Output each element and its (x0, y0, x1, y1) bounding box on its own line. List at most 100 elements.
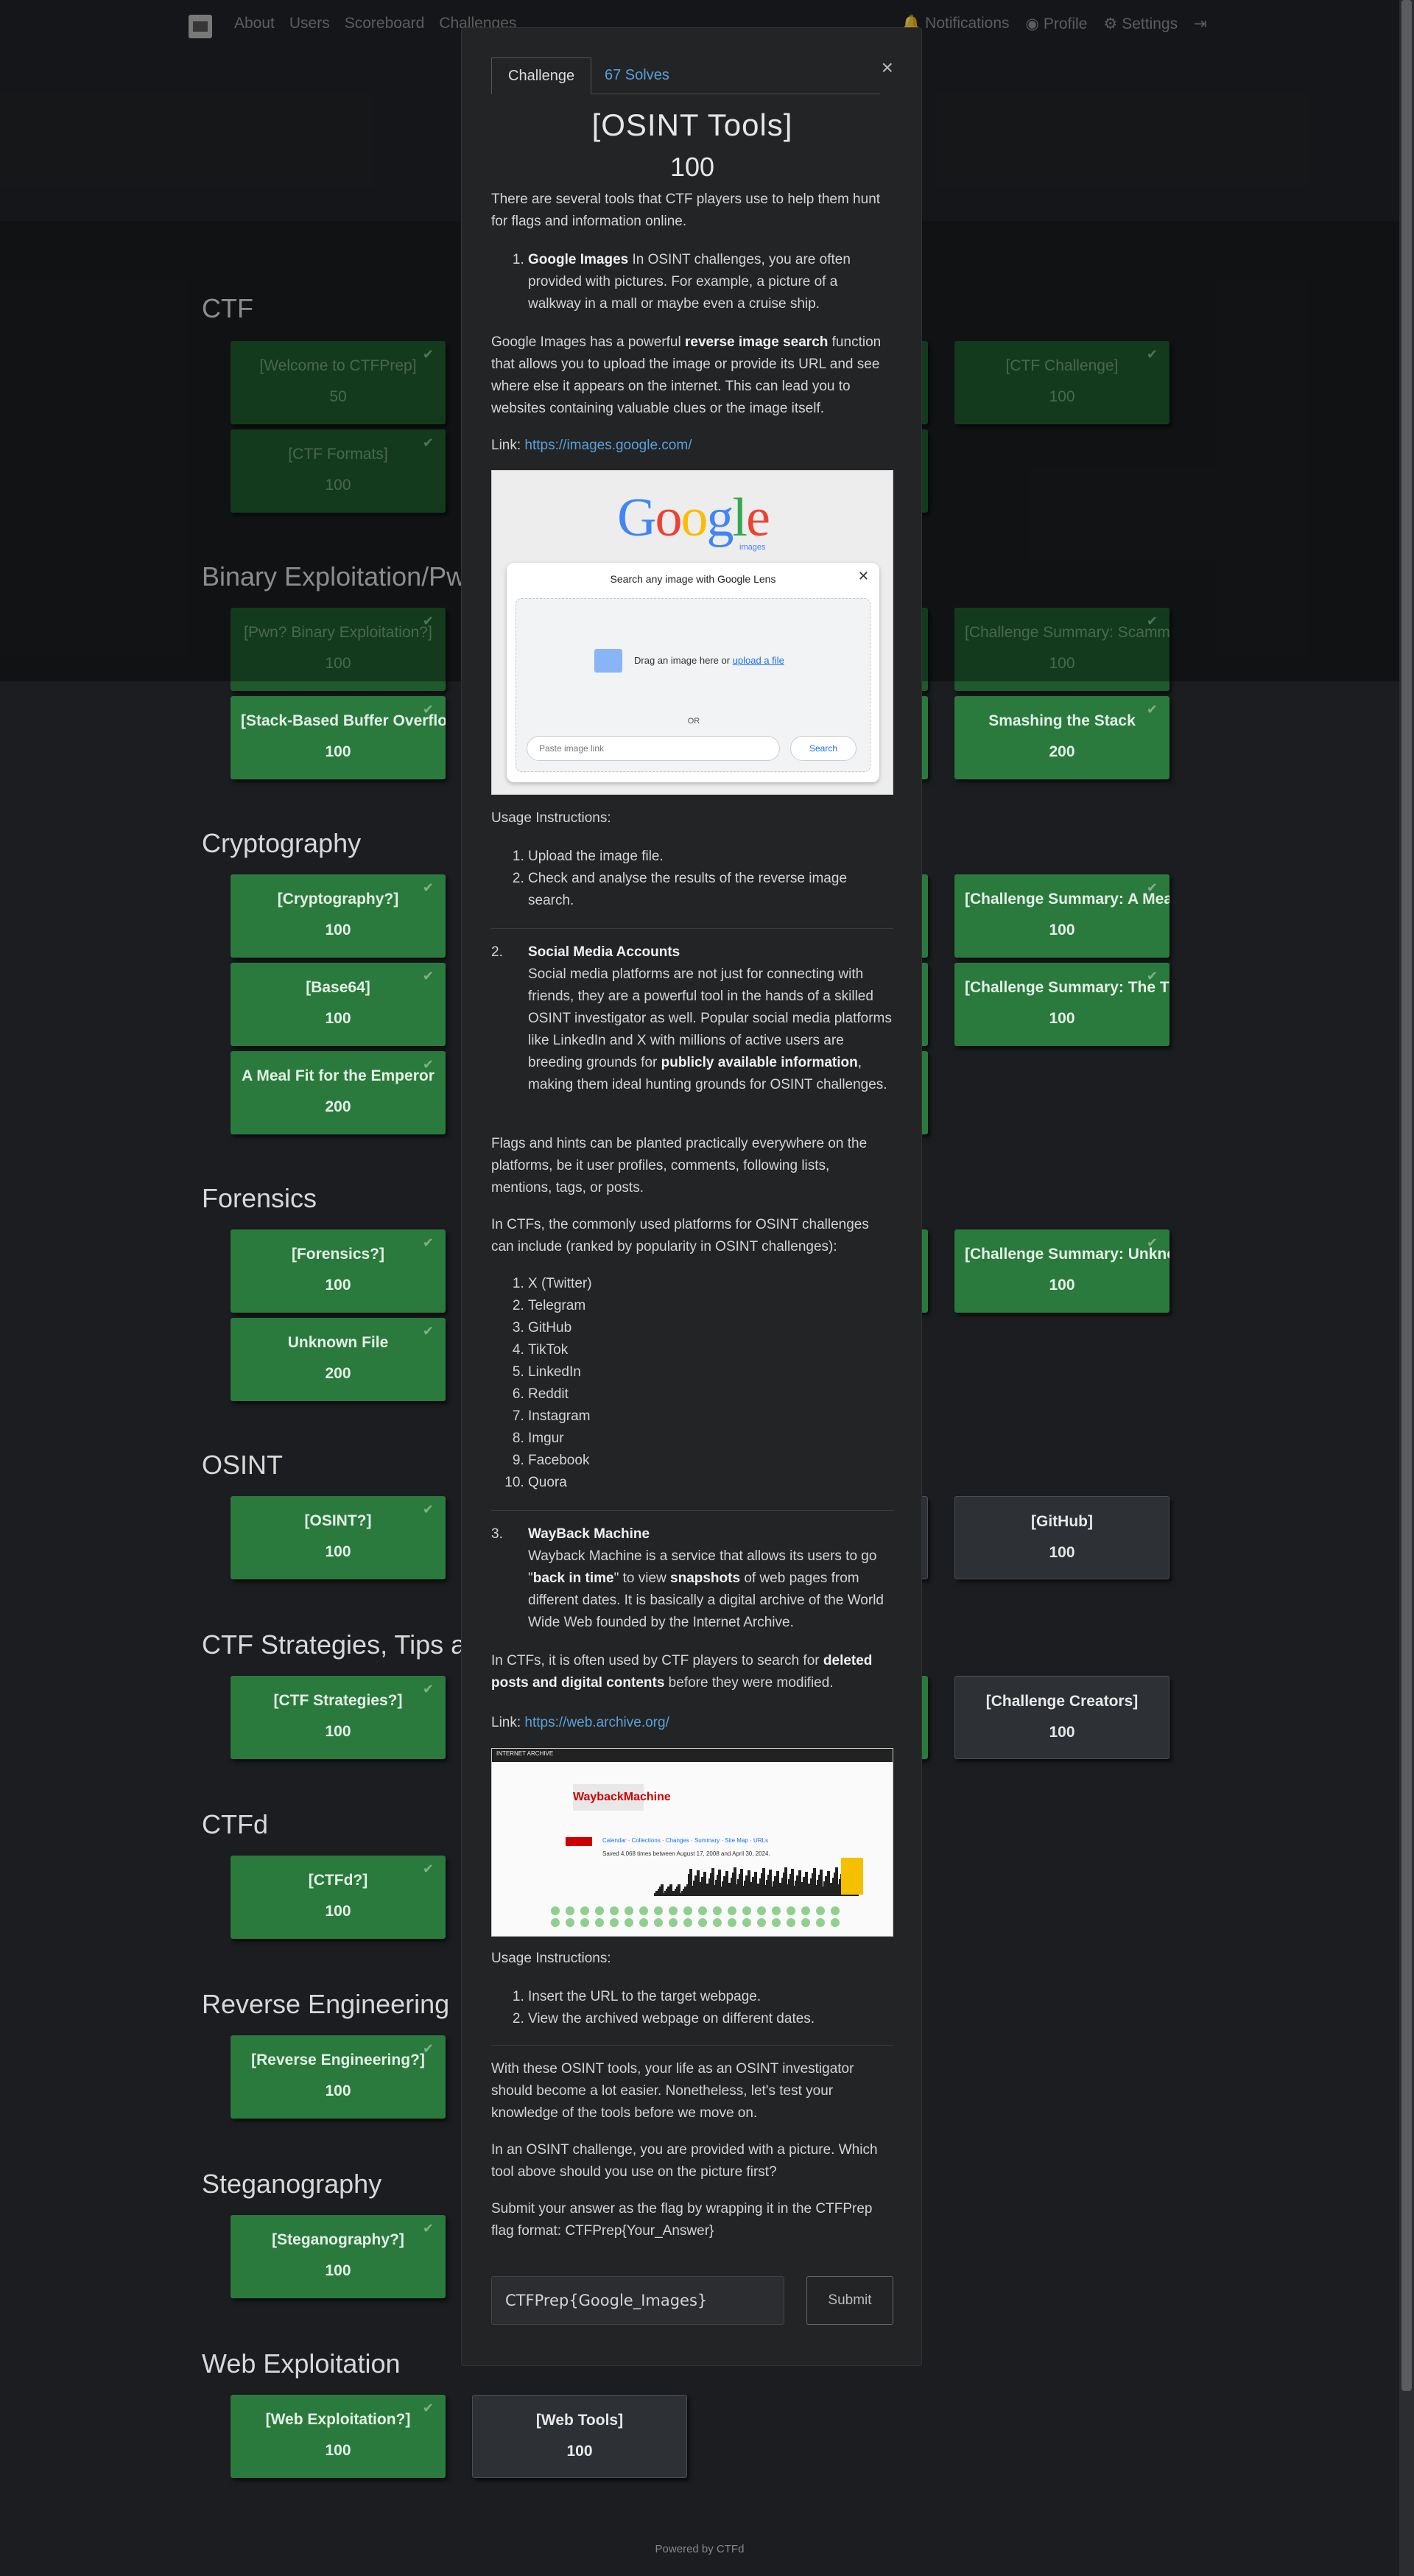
calendar-dot (742, 1918, 751, 1927)
category-title: CTF Strategies, Tips and (202, 1629, 496, 1660)
usage-label: Usage Instructions: (491, 1951, 611, 1966)
scrollbar-thumb[interactable] (1401, 0, 1412, 2391)
check-icon: ✔ (422, 702, 434, 717)
calendar-dot (580, 1906, 589, 1915)
wayback-section: 3. WayBack Machine Wayback Machine is a … (491, 1526, 884, 1630)
challenge-card[interactable]: ✔[Challenge Summary: Unknown]100 (954, 1229, 1169, 1313)
list-item: Reddit (528, 1383, 893, 1405)
google-logo: Google (617, 488, 770, 548)
link-line: Link: https://images.google.com/ (491, 438, 692, 453)
category-title: Steganography (202, 2169, 382, 2199)
lens-dialog: Search any image with Google Lens ✕ Drag… (507, 563, 879, 782)
outro-text-1: With these OSINT tools, your life as an … (491, 2061, 854, 2121)
category-title: Reverse Engineering (202, 1989, 450, 2019)
challenge-modal: Challenge 67 Solves × [OSINT Tools] 100 … (461, 27, 922, 2366)
calendar-dot (698, 1918, 707, 1927)
list-item: GitHub (528, 1317, 893, 1339)
challenge-card[interactable]: ✔ [OSINT?] 100 (231, 1496, 446, 1579)
list-item: Telegram (528, 1295, 893, 1317)
challenge-card[interactable]: ✔ [CTFd?] 100 (231, 1856, 446, 1939)
challenge-card[interactable]: [Web Tools] 100 (472, 2395, 687, 2478)
calendar-dot (728, 1918, 736, 1927)
calendar-dot (757, 1906, 766, 1915)
challenge-card[interactable]: ✔ [Base64] 100 (231, 963, 446, 1046)
challenge-card[interactable]: ✔[Challenge Summary: A Meal Fit]100 (954, 874, 1169, 958)
challenge-title: [OSINT Tools] (591, 108, 793, 142)
google-images-text: Google Images has a powerful reverse ima… (491, 334, 882, 416)
list-item: Instagram (528, 1405, 893, 1428)
check-icon: ✔ (422, 1861, 434, 1876)
challenge-card[interactable]: ✔ A Meal Fit for the Emperor 200 (231, 1051, 446, 1134)
google-images-link[interactable]: https://images.google.com/ (524, 438, 692, 453)
check-icon: ✔ (1146, 1235, 1158, 1250)
challenge-card[interactable]: ✔[Challenge Summary: The Trek]100 (954, 963, 1169, 1046)
list-item: X (Twitter) (528, 1273, 893, 1295)
calendar-dot (595, 1918, 604, 1927)
check-icon: ✔ (422, 2221, 434, 2236)
challenge-card[interactable]: ✔ [Reverse Engineering?] 100 (231, 2035, 446, 2119)
category-title: Web Exploitation (202, 2348, 401, 2379)
divider (491, 928, 893, 929)
capture-histogram (507, 1852, 879, 1896)
wayback-logo: WaybackMachine (573, 1784, 671, 1811)
category-title: OSINT (202, 1450, 284, 1480)
capture-calendar (507, 1906, 879, 1934)
list-item: Imgur (528, 1428, 893, 1450)
list-item: Facebook (528, 1450, 893, 1472)
calendar-dot (580, 1918, 589, 1927)
challenge-card[interactable]: ✔ [CTF Strategies?] 100 (231, 1676, 446, 1759)
calendar-dot (801, 1918, 810, 1927)
wayback-link[interactable]: https://web.archive.org/ (524, 1715, 669, 1730)
check-icon: ✔ (422, 1057, 434, 1072)
calendar-dot (801, 1906, 810, 1915)
image-icon (594, 649, 622, 673)
calendar-dot (625, 1918, 633, 1927)
check-icon: ✔ (422, 2041, 434, 2056)
list-item: LinkedIn (528, 1361, 893, 1383)
ctfs-text: In CTFs, the commonly used platforms for… (491, 1217, 869, 1254)
calendar-dot (669, 1906, 678, 1915)
challenge-card[interactable]: ✔ [Stack-Based Buffer Overflow] 100 (231, 696, 446, 779)
category-title: Cryptography (202, 828, 362, 858)
divider (491, 2045, 893, 2046)
wayback-ctf-text: In CTFs, it is often used by CTF players… (491, 1653, 873, 1691)
tab-challenge[interactable]: Challenge (491, 57, 592, 94)
challenge-card[interactable]: ✔ [Web Exploitation?] 100 (231, 2395, 446, 2478)
submit-button[interactable]: Submit (806, 2276, 893, 2325)
link-line: Link: https://web.archive.org/ (491, 1715, 669, 1730)
calendar-dot (669, 1918, 678, 1927)
platform-list: X (Twitter) Telegram GitHub TikTok Linke… (491, 1273, 893, 1494)
check-icon: ✔ (1146, 880, 1158, 895)
outro-text-2: In an OSINT challenge, you are provided … (491, 2142, 878, 2180)
close-icon[interactable]: × (882, 56, 893, 80)
calendar-dot (566, 1918, 574, 1927)
flag-input[interactable]: CTFPrep{Google_Images} (491, 2276, 784, 2325)
check-icon: ✔ (1146, 969, 1158, 983)
challenge-card[interactable]: [GitHub] 100 (954, 1496, 1169, 1579)
challenge-card[interactable]: ✔ [Steganography?] 100 (231, 2215, 446, 2298)
modal-tabs: Challenge 67 Solves (491, 57, 880, 94)
tab-solves[interactable]: 67 Solves (588, 57, 686, 94)
divider (491, 1510, 893, 1511)
calendar-dot (772, 1906, 781, 1915)
tool-list-1: Google Images In OSINT challenges, you a… (491, 249, 893, 315)
calendar-dot (551, 1906, 560, 1915)
calendar-dot (742, 1906, 751, 1915)
close-icon: ✕ (857, 569, 869, 583)
check-icon: ✔ (422, 880, 434, 895)
social-media-section: 2. Social Media Accounts Social media pl… (491, 944, 892, 1092)
calendar-dot (683, 1918, 692, 1927)
list-item: Google Images In OSINT challenges, you a… (528, 249, 893, 315)
challenge-card[interactable]: [Challenge Creators] 100 (954, 1676, 1169, 1759)
wayback-screenshot: INTERNET ARCHIVE WaybackMachine Calendar… (491, 1748, 893, 1937)
check-icon: ✔ (422, 2401, 434, 2415)
challenge-value: 100 (669, 152, 715, 182)
challenge-card[interactable]: ✔ [Forensics?] 100 (231, 1229, 446, 1313)
challenge-card[interactable]: ✔ Smashing the Stack 200 (954, 696, 1169, 779)
calendar-dot (772, 1918, 781, 1927)
usage-list: Insert the URL to the target webpage. Vi… (491, 1986, 893, 2030)
challenge-card[interactable]: ✔ [Cryptography?] 100 (231, 874, 446, 958)
challenge-card[interactable]: ✔ Unknown File 200 (231, 1318, 446, 1401)
outro-text-3: Submit your answer as the flag by wrappi… (491, 2201, 873, 2239)
google-images-screenshot: Google images Search any image with Goog… (491, 470, 893, 795)
